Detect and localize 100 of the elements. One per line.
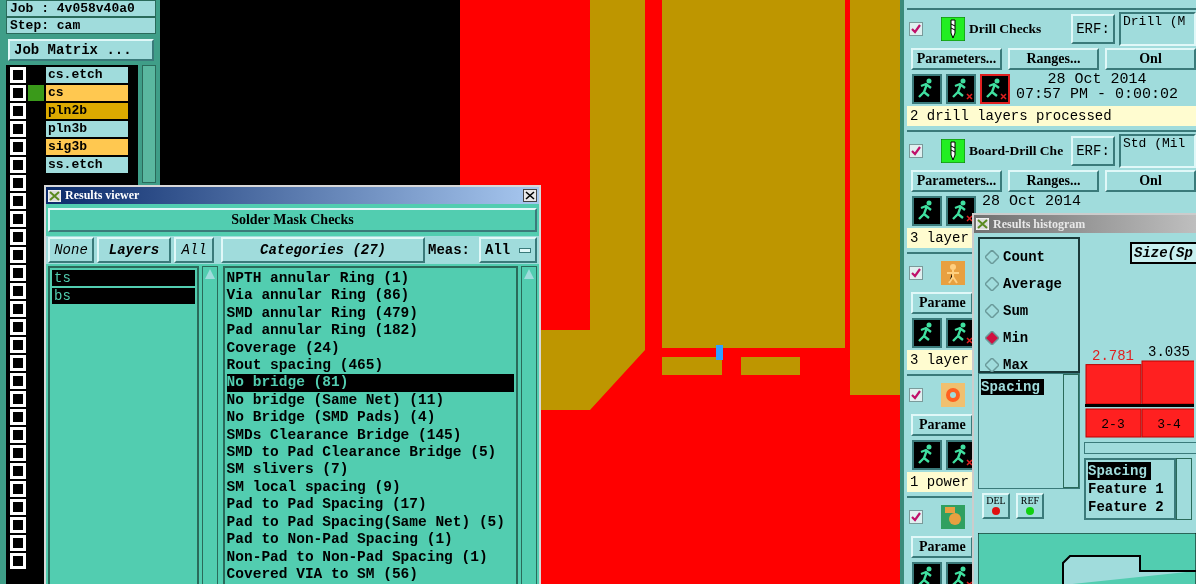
radio-button[interactable] [985,249,999,264]
check-button[interactable]: Ranges... [1008,170,1099,192]
layers-label: Layers [97,237,171,263]
scrollbar[interactable] [521,266,537,584]
list-item[interactable]: Feature 1 [1088,480,1172,498]
checkbox[interactable] [909,144,923,158]
none-button[interactable]: None [48,237,94,263]
run-icon[interactable] [912,318,942,348]
layer-item[interactable]: sig3b [46,139,128,155]
radio-label[interactable]: Max [1003,356,1029,373]
bar-value-label: 3.035 [1148,344,1190,360]
category-item[interactable]: No Bridge (SMD Pads) (4) [226,409,515,427]
step-name: Step: cam [6,17,156,34]
checkbox[interactable] [909,388,923,402]
checkbox[interactable] [909,510,923,524]
running-figure-icon[interactable] [980,74,1010,104]
scrollbar[interactable] [201,266,218,584]
category-item[interactable]: Covered VIA to SM (56) [226,565,515,584]
layer-item[interactable]: cs [46,85,128,101]
category-item[interactable]: Pad annular Ring (182) [226,322,515,340]
radio-button[interactable] [985,330,999,345]
check-button[interactable]: Ranges... [1008,48,1099,70]
list-item[interactable]: Feature 2 [1088,498,1172,516]
category-item[interactable]: Non-Pad to Non-Pad Spacing (1) [226,548,515,566]
status-message: 3 layer [909,230,969,246]
checkbox[interactable] [909,22,923,36]
checkbox[interactable] [909,266,923,280]
check-button[interactable]: Parame [911,414,973,436]
run-icon[interactable] [912,440,942,470]
run-icon[interactable] [912,196,942,226]
axis-button[interactable]: Size(Sp [1130,242,1196,264]
check-name: Drill Checks [969,21,1043,37]
app-icon [976,218,989,230]
meas-label: Meas: [428,242,470,258]
running-figure-icon[interactable] [946,74,976,104]
scrollbar[interactable] [1176,458,1192,520]
check-button[interactable]: Parame [911,536,973,558]
scrollbar[interactable] [1063,374,1079,488]
radio-label[interactable]: Sum [1003,302,1029,319]
radio-label[interactable]: Min [1003,329,1029,346]
person-icon [941,261,965,285]
category-item[interactable]: Via annular Ring (86) [226,287,515,305]
histogram-bar[interactable] [1141,360,1194,405]
delete-button[interactable]: DEL [982,493,1010,519]
status-message: 1 power [909,474,969,490]
radio-button[interactable] [985,276,999,291]
layer-item[interactable]: cs.etch [46,67,128,83]
scrollbar[interactable] [1084,442,1196,454]
layer-item[interactable]: ss.etch [46,157,128,173]
erf-field[interactable]: Std (Mil [1119,134,1196,168]
run-icon[interactable] [912,562,942,584]
window-title: Results histogram [993,216,1086,232]
check-button[interactable]: Parameters... [911,170,1002,192]
meas-dropdown[interactable]: All [479,237,537,263]
radio-button[interactable] [985,357,999,372]
layer-item[interactable]: pln2b [46,103,128,119]
layer-item[interactable]: pln3b [46,121,128,137]
erf-button[interactable]: ERF: [1071,14,1115,44]
category-item[interactable]: SM slivers (7) [226,461,515,479]
check-button[interactable]: Parameters... [911,48,1002,70]
category-item[interactable]: Pad to Pad Spacing (17) [226,496,515,514]
layer-item[interactable]: ts [52,270,195,286]
all-button[interactable]: All [174,237,214,263]
layer-item[interactable]: bs [52,288,195,304]
category-item[interactable]: No bridge (Same Net) (11) [226,391,515,410]
list-item[interactable]: Spacing [981,379,1044,395]
category-item[interactable]: Pad to Non-Pad Spacing (1) [226,531,515,549]
check-button[interactable]: Onl [1105,170,1196,192]
circuit-board-icon [941,505,965,529]
run-icon[interactable] [912,74,942,104]
category-item[interactable]: SMD to Pad Clearance Bridge (5) [226,444,515,462]
check-button[interactable]: Onl [1105,48,1196,70]
radio-label[interactable]: Average [1003,275,1062,292]
category-item[interactable]: NPTH annular Ring (1) [226,270,515,288]
category-item[interactable]: No bridge (81) [226,374,515,392]
check-set-button[interactable]: Solder Mask Checks [48,208,537,232]
category-item[interactable]: Coverage (24) [226,339,515,358]
app-icon [48,189,61,202]
categories-button[interactable]: Categories (27) [221,237,425,263]
category-item[interactable]: SM local spacing (9) [226,478,515,497]
erf-field[interactable]: Drill (M [1119,12,1196,46]
list-item[interactable]: Spacing [1088,462,1151,480]
running-figure-icon[interactable] [946,196,976,226]
radio-label[interactable]: Count [1003,248,1045,265]
scrollbar[interactable] [142,65,156,183]
histogram-bar[interactable] [1085,364,1142,405]
category-item[interactable]: SMD annular Ring (479) [226,304,515,323]
category-item[interactable]: Rout spacing (465) [226,357,515,375]
reference-button[interactable]: REF [1016,493,1044,519]
bin-cell[interactable] [1141,408,1194,438]
close-icon[interactable] [523,189,537,202]
radio-button[interactable] [985,303,999,318]
category-item[interactable]: SMDs Clearance Bridge (145) [226,426,515,445]
check-button[interactable]: Parame [911,292,973,314]
erf-button[interactable]: ERF: [1071,136,1115,166]
category-item[interactable]: Pad to Pad Spacing(Same Net) (5) [226,513,515,532]
job-matrix-button[interactable]: Job Matrix ... [8,39,154,61]
status-message: 2 drill layers processed [909,108,1112,124]
bin-cell[interactable] [1085,408,1142,438]
drill-icon [941,17,965,41]
